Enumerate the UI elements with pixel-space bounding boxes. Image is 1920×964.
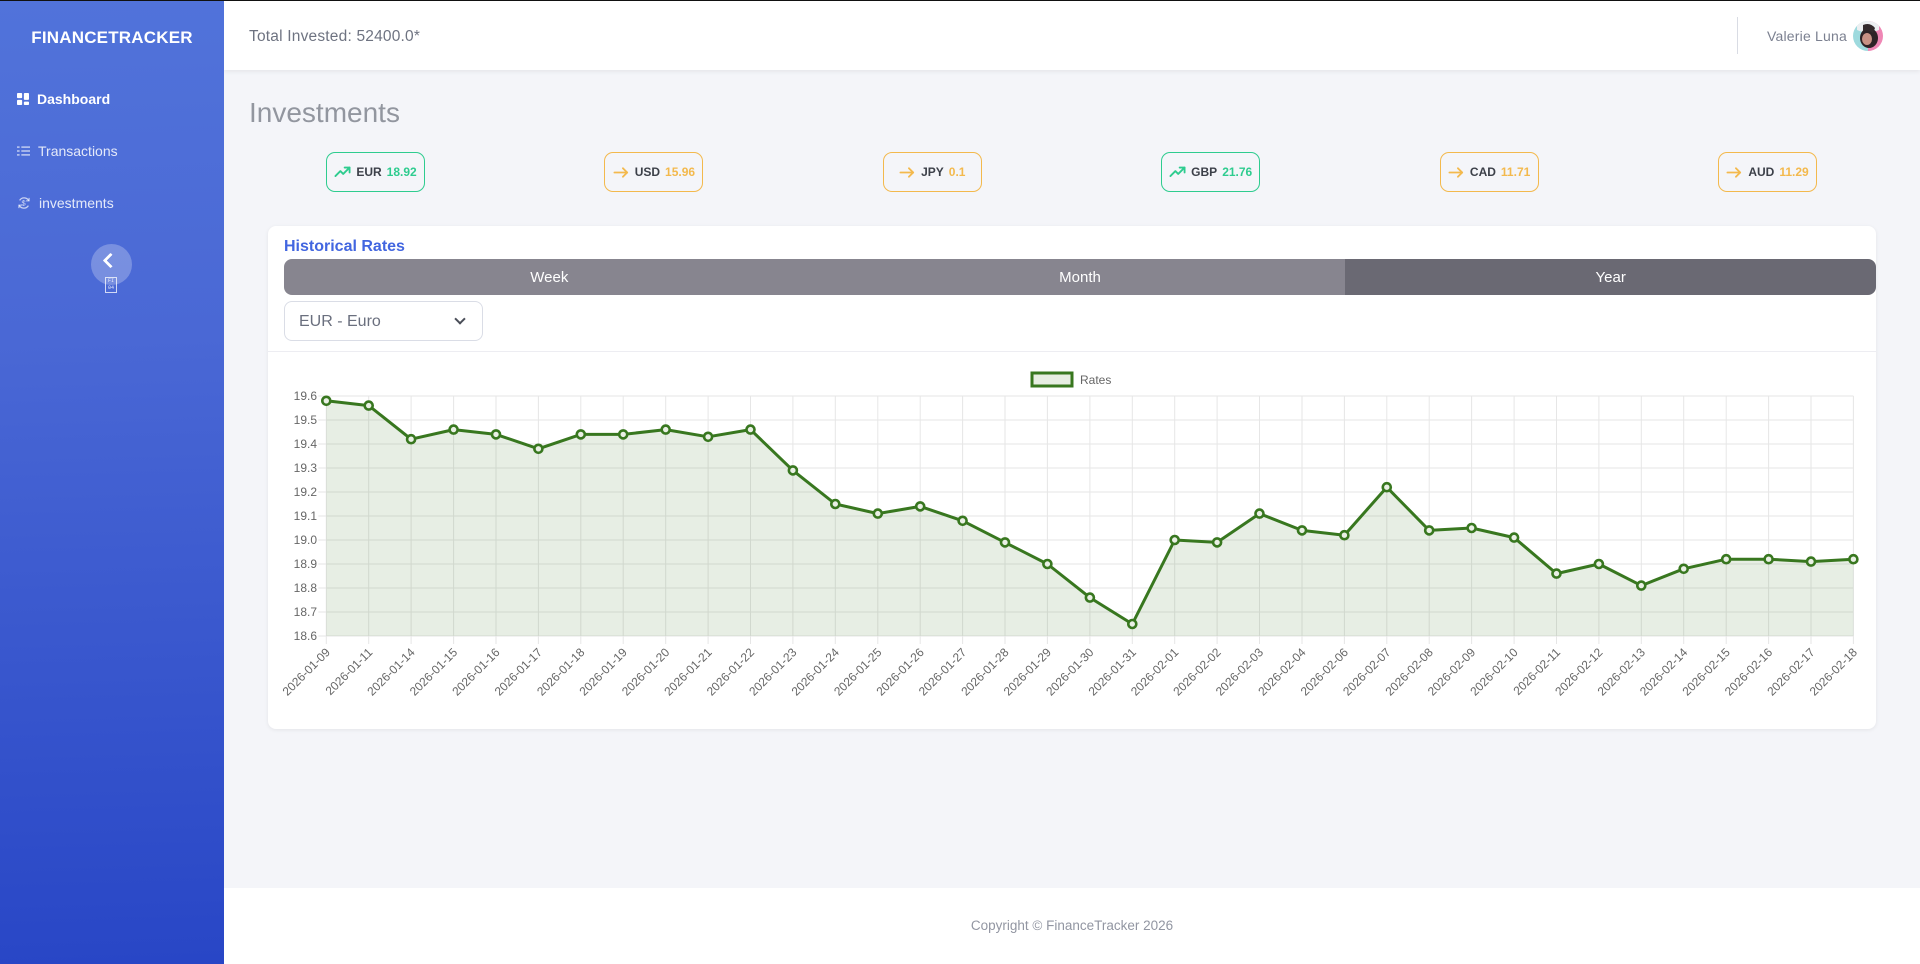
svg-text:19.6: 19.6 [294,389,318,403]
svg-text:18.7: 18.7 [294,605,318,619]
svg-text:Rates: Rates [1080,373,1111,387]
svg-text:18.6: 18.6 [294,629,318,643]
svg-text:19.5: 19.5 [294,413,318,427]
svg-text:19.4: 19.4 [294,437,318,451]
svg-text:18.9: 18.9 [294,557,318,571]
svg-text:19.0: 19.0 [294,533,318,547]
svg-text:$: $ [22,199,27,208]
svg-text:18.8: 18.8 [294,581,318,595]
svg-text:19.1: 19.1 [294,509,318,523]
svg-text:19.2: 19.2 [294,485,318,499]
svg-text:19.3: 19.3 [294,461,318,475]
